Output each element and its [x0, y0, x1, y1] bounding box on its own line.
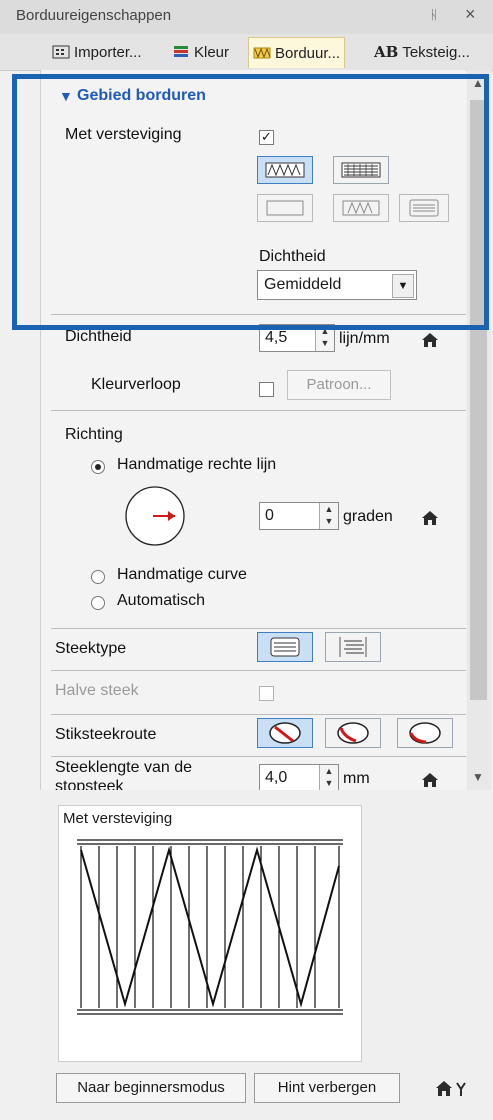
angle-spinner[interactable]: 0 ▲ ▼	[259, 502, 339, 530]
run-length-label-line1: Steeklengte van de	[55, 759, 192, 776]
divider	[51, 628, 466, 629]
parallel-lines-icon	[270, 637, 300, 657]
half-stitch-checkbox[interactable]	[259, 686, 274, 701]
text-ab-icon: AB	[374, 43, 399, 61]
pin-icon[interactable]: ᚺ	[430, 7, 438, 22]
route-option-1-button[interactable]	[257, 718, 313, 748]
window-title: Borduureigenschappen	[16, 7, 172, 24]
angle-unit: graden	[343, 508, 393, 525]
stitch-type-label: Steektype	[55, 640, 127, 657]
spinner-arrows-icon[interactable]: ▲ ▼	[319, 503, 338, 529]
tab-label: Teksteig...	[402, 43, 470, 61]
direction-dial-icon[interactable]	[123, 484, 187, 548]
home-settings-icon[interactable]	[435, 1079, 471, 1099]
hint-title: Met versteviging	[63, 810, 173, 827]
run-length-value: 4,0	[265, 769, 288, 786]
run-length-spinner[interactable]: 4,0 ▲ ▼	[259, 764, 339, 790]
variable-lines-icon	[339, 637, 367, 657]
running-route-label: Stiksteekroute	[55, 726, 157, 743]
stitch-type-variable-button[interactable]	[325, 632, 381, 662]
radio-manual-curve[interactable]	[91, 570, 105, 584]
route-option-3-button[interactable]	[397, 718, 453, 748]
tab-label: Borduur...	[275, 44, 341, 62]
density-label: Dichtheid	[65, 328, 132, 345]
density-value: 4,5	[265, 329, 288, 346]
tab-label: Importer...	[74, 43, 142, 61]
tab-importer[interactable]: Importer...	[52, 37, 142, 67]
route-shape-icon	[409, 722, 441, 744]
highlight-box	[12, 74, 489, 330]
run-length-label: Steeklengte van de stopsteek	[55, 758, 192, 790]
direction-label: Richting	[65, 426, 123, 443]
run-length-unit: mm	[343, 770, 370, 787]
hide-hint-button[interactable]: Hint verbergen	[254, 1073, 400, 1103]
underlay-preview-icon	[77, 839, 343, 1015]
tab-label: Kleur	[194, 43, 230, 61]
default-home-icon[interactable]	[421, 772, 439, 788]
stitch-type-normal-button[interactable]	[257, 632, 313, 662]
density-unit: lijn/mm	[339, 330, 390, 347]
option-manual-curve: Handmatige curve	[117, 566, 247, 583]
scroll-down-icon[interactable]: ▼	[472, 770, 484, 784]
angle-value: 0	[265, 507, 274, 524]
spinner-arrows-icon[interactable]: ▲ ▼	[319, 765, 338, 790]
route-shape-icon	[337, 722, 369, 744]
tab-borduur[interactable]: Borduur...	[248, 37, 346, 68]
tab-teksteig[interactable]: AB Teksteig...	[374, 37, 470, 67]
default-home-icon[interactable]	[421, 332, 439, 348]
divider	[51, 670, 466, 671]
hint-card: Met versteviging	[58, 805, 362, 1062]
title-bar: Borduureigenschappen ᚺ ×	[0, 0, 493, 34]
half-stitch-label: Halve steek	[55, 682, 139, 699]
tab-kleur[interactable]: Kleur	[172, 37, 229, 67]
route-option-2-button[interactable]	[325, 718, 381, 748]
color-spools-icon	[174, 46, 188, 57]
gradient-checkbox[interactable]	[259, 382, 274, 397]
default-home-icon[interactable]	[421, 510, 439, 526]
radio-manual-line[interactable]	[91, 460, 105, 474]
pattern-button[interactable]: Patroon...	[287, 370, 391, 400]
tab-strip: Importer... Kleur Borduur... AB Teksteig…	[0, 34, 493, 71]
option-automatic: Automatisch	[117, 592, 206, 609]
radio-automatic[interactable]	[91, 596, 105, 610]
divider	[51, 410, 466, 411]
beginner-mode-button[interactable]: Naar beginnersmodus	[56, 1073, 246, 1103]
hint-area: Met versteviging Naar beginnersmodus Hin…	[40, 790, 493, 1120]
close-icon[interactable]: ×	[465, 4, 476, 25]
route-shape-icon	[269, 722, 301, 744]
embroidery-icon	[253, 47, 271, 59]
divider	[51, 714, 466, 715]
divider	[51, 756, 466, 757]
option-manual-line: Handmatige rechte lijn	[117, 456, 277, 473]
import-icon	[52, 45, 70, 59]
run-length-label-line2: stopsteek	[55, 778, 124, 790]
gradient-label: Kleurverloop	[91, 376, 181, 393]
